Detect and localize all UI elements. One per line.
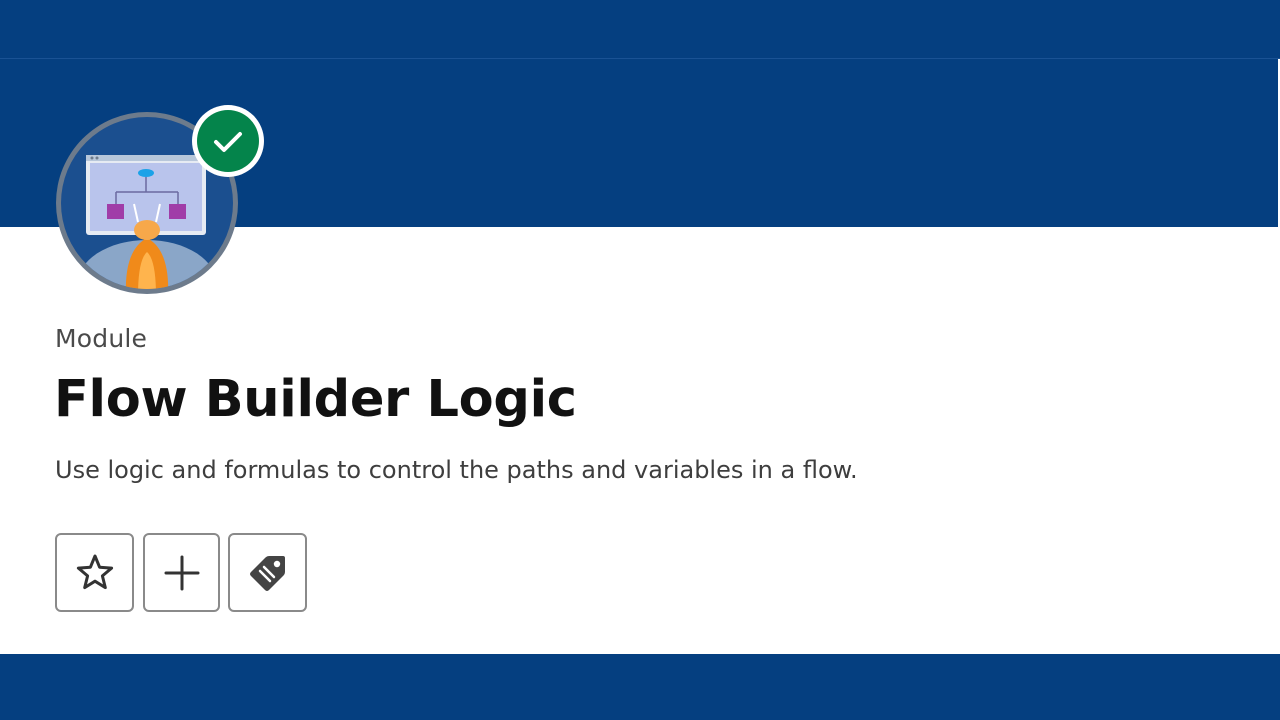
bottom-bar: [0, 654, 1280, 720]
plus-icon: [164, 555, 199, 590]
content-type-label: Module: [55, 324, 148, 353]
page-title: Flow Builder Logic: [54, 370, 577, 429]
tag-button[interactable]: [228, 533, 307, 612]
top-header-bar: [0, 0, 1280, 59]
favorite-button[interactable]: [55, 533, 134, 612]
star-icon: [76, 554, 113, 589]
add-to-list-button[interactable]: [143, 533, 220, 612]
module-description: Use logic and formulas to control the pa…: [55, 456, 858, 484]
tag-icon: [249, 555, 285, 591]
completed-check-icon: [191, 104, 265, 178]
